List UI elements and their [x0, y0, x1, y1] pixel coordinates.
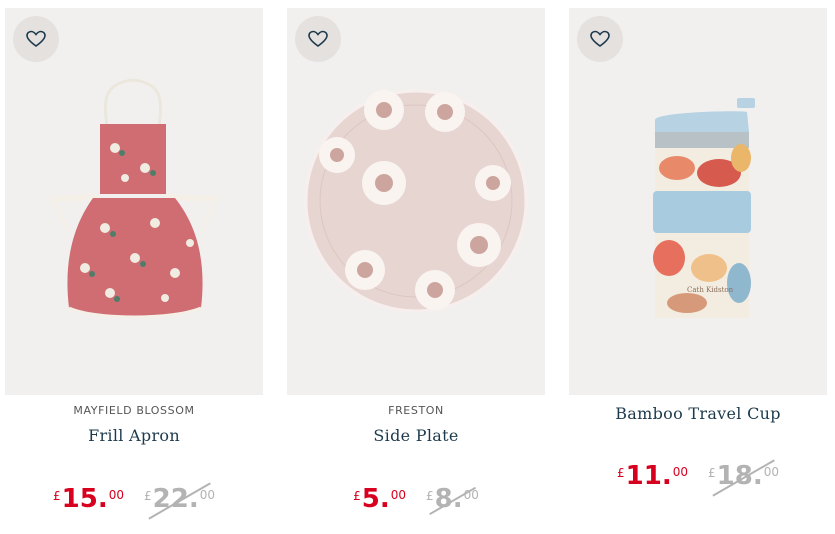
price-main: 11.	[625, 461, 672, 491]
heart-icon	[590, 30, 610, 47]
heart-icon	[308, 30, 328, 47]
original-price: £ 22. 00	[144, 482, 215, 520]
price-decimal: 00	[199, 488, 215, 502]
travel-cup-image: Cath Kidston	[653, 98, 755, 318]
product-image-side-plate[interactable]	[287, 8, 545, 395]
original-price: £ 18. 00	[708, 459, 779, 497]
product-image-frill-apron[interactable]	[5, 8, 263, 395]
currency-symbol: £	[617, 466, 625, 480]
product-name[interactable]: Bamboo Travel Cup	[569, 404, 827, 423]
price-decimal: 00	[390, 488, 406, 502]
price-main: 15.	[61, 484, 108, 514]
product-image-bamboo-travel-cup[interactable]: Cath Kidston	[569, 8, 827, 395]
currency-symbol: £	[708, 466, 716, 480]
svg-text:Cath Kidston: Cath Kidston	[687, 286, 734, 294]
price-block: £ 15. 00 £ 22. 00	[5, 482, 263, 520]
wishlist-button[interactable]	[295, 16, 341, 62]
apron-image	[49, 78, 219, 319]
plate-image	[304, 89, 528, 313]
sale-price: £ 11. 00	[617, 461, 688, 491]
product-collection: MAYFIELD BLOSSOM	[73, 404, 195, 417]
original-price: £ 8. 00	[426, 484, 479, 515]
product-name[interactable]: Side Plate	[287, 426, 545, 445]
price-main: 22.	[152, 484, 199, 514]
currency-symbol: £	[353, 489, 361, 503]
wishlist-button[interactable]	[577, 16, 623, 62]
price-main: 5.	[361, 484, 390, 514]
product-name[interactable]: Frill Apron	[5, 426, 263, 445]
heart-icon	[26, 30, 46, 47]
price-decimal: 00	[108, 488, 124, 502]
sale-price: £ 15. 00	[53, 484, 124, 514]
price-decimal: 00	[672, 465, 688, 479]
price-main: 8.	[434, 484, 463, 514]
currency-symbol: £	[426, 489, 434, 503]
price-main: 18.	[716, 461, 763, 491]
product-card-side-plate[interactable]: FRESTON Side Plate £ 5. 00 £ 8. 00	[287, 8, 545, 515]
product-card-frill-apron[interactable]: MAYFIELD BLOSSOM Frill Apron £ 15. 00 £ …	[5, 8, 263, 520]
price-block: £ 11. 00 £ 18. 00	[569, 459, 827, 497]
wishlist-button[interactable]	[13, 16, 59, 62]
sale-price: £ 5. 00	[353, 484, 406, 514]
currency-symbol: £	[144, 489, 152, 503]
currency-symbol: £	[53, 489, 61, 503]
price-block: £ 5. 00 £ 8. 00	[287, 484, 545, 515]
product-card-bamboo-travel-cup[interactable]: Cath Kidston Bamboo Travel Cup £ 11. 00 …	[569, 8, 827, 497]
price-decimal: 00	[763, 465, 779, 479]
product-collection: FRESTON	[388, 404, 444, 417]
